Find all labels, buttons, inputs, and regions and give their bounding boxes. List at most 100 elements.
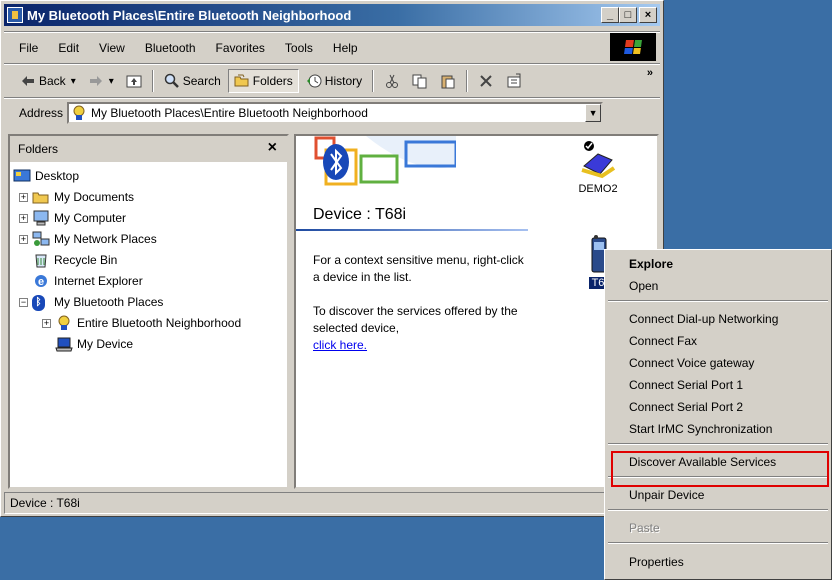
search-label: Search [182,74,221,88]
forward-arrow-icon [88,73,104,89]
menu-item-connect-fax[interactable]: Connect Fax [629,331,697,351]
up-button[interactable] [121,69,147,93]
device-item-demo2[interactable]: DEMO2 [568,140,628,195]
tree-item-label: My Computer [54,211,127,225]
menu-favorites[interactable]: Favorites [206,41,275,55]
menu-item-open[interactable]: Open [629,276,658,296]
copy-button[interactable] [407,69,433,93]
back-button[interactable]: Back ▾ [15,69,81,93]
folders-title: Folders [18,142,59,156]
delete-x-icon [478,73,494,89]
tree-item-label: Entire Bluetooth Neighborhood [77,316,242,330]
toolbar-separator [151,70,154,92]
copy-icon [412,73,428,89]
toolbar-separator [466,70,469,92]
device-connected-icon [568,140,628,183]
expand-toggle[interactable]: + [19,234,28,244]
menu-edit[interactable]: Edit [48,41,89,55]
scissors-icon [384,73,400,89]
menu-separator [608,476,828,478]
paste-button[interactable] [435,69,461,93]
tree-item-desktop[interactable]: Desktop [13,166,79,186]
menu-item-unpair-device[interactable]: Unpair Device [629,485,704,505]
menubar-top-divider [4,31,660,33]
tree-item-my-documents[interactable]: + My Documents [19,187,134,207]
menu-item-connect-serial-port-2[interactable]: Connect Serial Port 2 [629,397,743,417]
expand-toggle[interactable]: + [19,192,28,202]
minimize-button[interactable]: _ [601,7,619,23]
tree-item-label: My Bluetooth Places [54,295,164,309]
tree-item-label: My Documents [54,190,135,204]
forward-dropdown-icon[interactable]: ▾ [109,76,114,87]
tree-item-my-network-places[interactable]: + My Network Places [19,229,157,249]
menu-item-connect-dialup[interactable]: Connect Dial-up Networking [629,309,778,329]
menu-tools[interactable]: Tools [275,41,323,55]
tree-item-recycle-bin[interactable]: Recycle Bin [32,250,117,270]
folders-button[interactable]: Folders [227,69,299,93]
expand-toggle[interactable]: + [19,213,28,223]
toolbar-separator [372,70,375,92]
device-title: Device : T68i [313,206,407,223]
folders-close-button[interactable]: × [268,139,277,157]
folders-pane: Folders × Desktop + My Documents + My Co… [8,134,289,489]
menu-item-connect-voice-gateway[interactable]: Connect Voice gateway [629,353,754,373]
address-bar: Address My Bluetooth Places\Entire Bluet… [15,101,604,125]
address-input[interactable]: My Bluetooth Places\Entire Bluetooth Nei… [67,102,604,124]
close-button[interactable]: × [639,7,657,23]
collapse-toggle[interactable]: − [19,297,28,307]
menu-view[interactable]: View [89,41,135,55]
menu-item-paste: Paste [629,521,660,535]
title-bar[interactable]: My Bluetooth Places\Entire Bluetooth Nei… [4,4,660,26]
context-hint: For a context sensitive menu, right-clic… [313,253,524,284]
discover-hint: To discover the services offered by the … [313,304,518,335]
tree-item-label: Recycle Bin [54,253,118,267]
status-bar: Device : T68i [4,492,660,514]
tree-item-internet-explorer[interactable]: e Internet Explorer [32,271,143,291]
delete-button[interactable] [473,69,499,93]
menu-file[interactable]: File [11,41,48,55]
cut-button[interactable] [379,69,405,93]
bluetooth-neighborhood-icon [55,315,73,331]
menu-bluetooth[interactable]: Bluetooth [135,41,206,55]
menu-item-properties[interactable]: Properties [629,552,684,572]
desktop-icon [13,168,31,184]
properties-button[interactable] [501,69,527,93]
menu-item-explore[interactable]: Explore [629,254,673,274]
back-dropdown-icon[interactable]: ▾ [71,76,76,87]
properties-icon [506,73,522,89]
info-text: For a context sensitive menu, right-clic… [313,252,533,354]
addressbar-top-divider [4,97,660,99]
address-label: Address [19,106,64,120]
search-button[interactable]: Search [159,69,226,93]
discover-link[interactable]: click here. [313,338,367,352]
device-label: DEMO2 [578,183,618,195]
expand-toggle[interactable]: + [42,318,51,328]
menu-item-connect-serial-port-1[interactable]: Connect Serial Port 1 [629,375,743,395]
toolbar-more-chevron[interactable]: » [647,67,653,79]
address-dropdown-button[interactable]: ▼ [585,104,602,122]
tree-item-my-computer[interactable]: + My Computer [19,208,126,228]
bluetooth-banner-graphic [306,136,458,192]
network-icon [32,231,50,247]
forward-button[interactable]: ▾ [83,69,119,93]
search-icon [164,73,180,89]
tree-item-my-device[interactable]: My Device [55,334,133,354]
tree-item-label: My Network Places [54,232,157,246]
folder-icon [32,189,50,205]
menu-item-discover-services[interactable]: Discover Available Services [629,452,776,472]
bluetooth-neighborhood-icon [71,105,87,121]
up-folder-icon [126,73,142,89]
menu-separator [608,300,828,302]
tree-item-entire-bluetooth-neighborhood[interactable]: + Entire Bluetooth Neighborhood [42,313,241,333]
menu-help[interactable]: Help [323,41,368,55]
folder-tree: Desktop + My Documents + My Computer + M… [10,166,287,487]
maximize-button[interactable]: □ [619,7,637,23]
standard-toolbar: Back ▾ ▾ Search Folders History [15,67,527,95]
recycle-bin-icon [32,252,50,268]
history-button[interactable]: History [301,69,367,93]
menu-separator [608,509,828,511]
tree-item-my-bluetooth-places[interactable]: − ᛒ My Bluetooth Places [19,292,163,312]
menu-item-start-irmc-sync[interactable]: Start IrMC Synchronization [629,419,772,439]
window-title: My Bluetooth Places\Entire Bluetooth Nei… [27,7,352,23]
bluetooth-icon: ᛒ [32,294,50,311]
